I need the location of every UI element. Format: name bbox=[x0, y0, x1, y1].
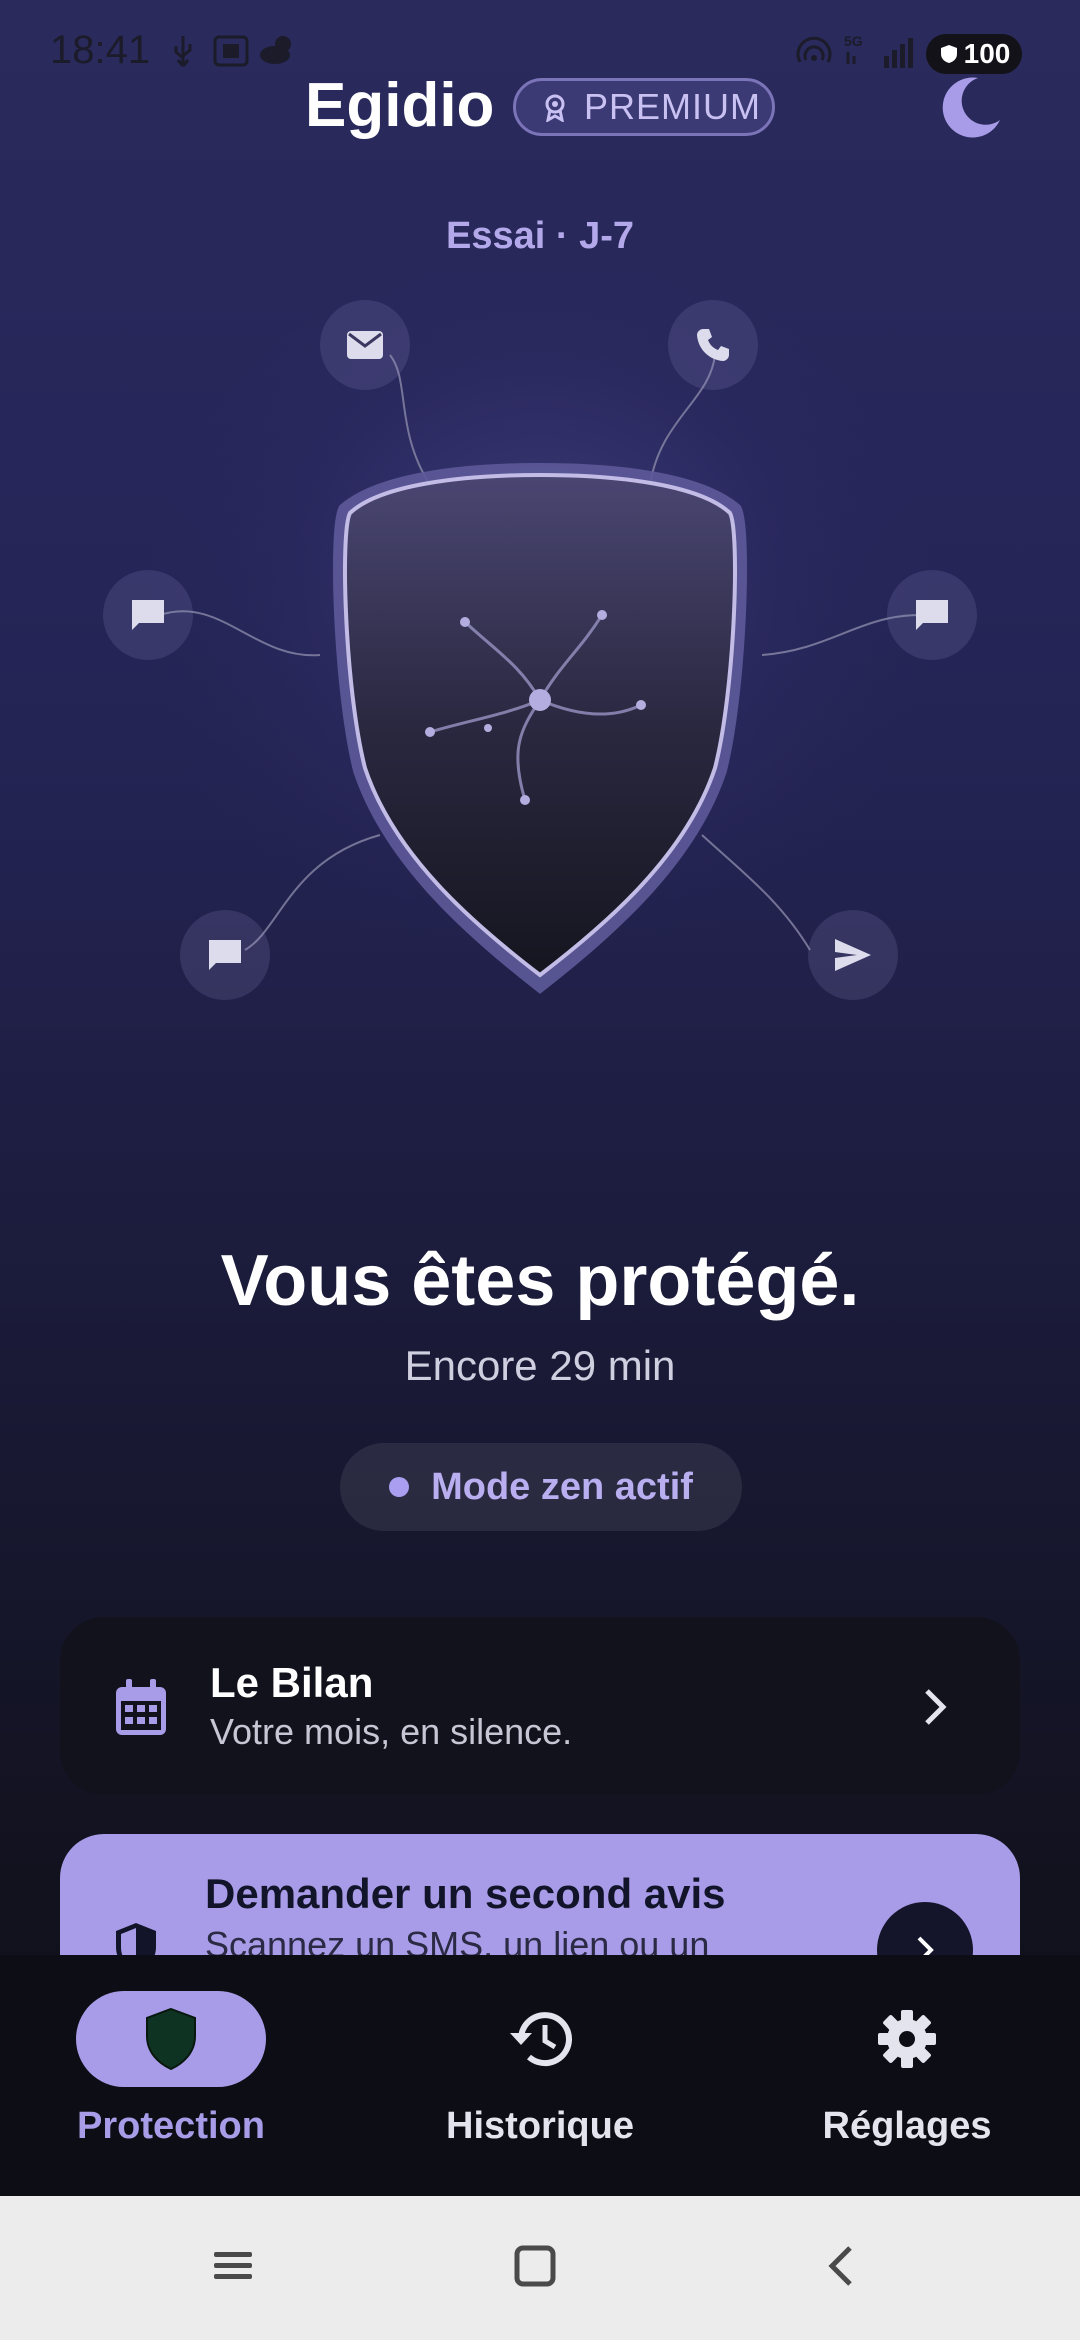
zen-status-dot bbox=[389, 1477, 410, 1497]
second-opinion-title: Demander un second avis bbox=[205, 1870, 726, 1917]
home-icon[interactable] bbox=[514, 2244, 556, 2288]
status-time: 18:41 bbox=[50, 28, 151, 72]
shield-illustration bbox=[0, 250, 1080, 1070]
chat-icon bbox=[209, 940, 241, 970]
chevron-right-icon bbox=[925, 1689, 947, 1725]
message-node-bottom bbox=[180, 910, 270, 1000]
bilan-title: Le Bilan bbox=[210, 1659, 374, 1706]
gear-icon bbox=[878, 2010, 936, 2068]
nav-history[interactable]: Historique bbox=[390, 1991, 690, 2148]
battery-level: 100 bbox=[963, 38, 1011, 69]
svg-text:5G: 5G bbox=[844, 33, 863, 49]
weather-icon bbox=[260, 36, 291, 64]
nav-history-label: Historique bbox=[446, 2105, 634, 2147]
nav-settings[interactable]: Réglages bbox=[757, 1991, 1057, 2148]
zen-mode-chip[interactable]: Mode zen actif bbox=[340, 1443, 742, 1531]
moon-icon[interactable] bbox=[938, 74, 1002, 140]
calendar-icon bbox=[116, 1679, 166, 1735]
chat-icon bbox=[132, 600, 164, 630]
nav-protection-pill bbox=[76, 1991, 266, 2087]
nav-settings-label: Réglages bbox=[822, 2105, 992, 2147]
phone-icon bbox=[697, 329, 729, 361]
phone-node bbox=[668, 300, 758, 390]
mail-icon bbox=[347, 331, 383, 359]
bottom-navigation: Protection Historique Réglages bbox=[0, 1955, 1080, 2197]
app-title: Egidio bbox=[305, 71, 495, 140]
protection-status: Vous êtes protégé. bbox=[220, 1241, 860, 1321]
premium-badge[interactable]: PREMIUM bbox=[513, 78, 775, 136]
battery-indicator: 100 bbox=[926, 34, 1022, 74]
remaining-time: Encore 29 min bbox=[404, 1342, 676, 1389]
message-node-right bbox=[887, 570, 977, 660]
bilan-subtitle: Votre mois, en silence. bbox=[210, 1711, 573, 1752]
signal-icon: 5G bbox=[844, 33, 913, 68]
usb-icon bbox=[174, 36, 192, 67]
bilan-card[interactable]: Le Bilan Votre mois, en silence. bbox=[60, 1617, 1020, 1795]
battery-shield-icon bbox=[940, 45, 957, 63]
email-node bbox=[320, 300, 410, 390]
nav-history-pill bbox=[445, 1991, 635, 2087]
nav-protection-label: Protection bbox=[77, 2105, 265, 2147]
shield-graphic bbox=[140, 250, 940, 1010]
trial-label: Essai · J-7 bbox=[446, 215, 634, 257]
back-icon[interactable] bbox=[826, 2244, 856, 2288]
screenshot-icon bbox=[213, 35, 249, 67]
nav-protection[interactable]: Protection bbox=[21, 1991, 321, 2148]
award-icon bbox=[545, 94, 565, 122]
zen-mode-label: Mode zen actif bbox=[431, 1465, 693, 1508]
recents-icon[interactable] bbox=[212, 2246, 254, 2286]
premium-badge-label: PREMIUM bbox=[584, 86, 761, 127]
message-node-left bbox=[103, 570, 193, 660]
send-icon bbox=[835, 939, 871, 971]
chat-icon bbox=[916, 600, 948, 630]
nav-settings-pill bbox=[812, 1991, 1002, 2087]
history-icon bbox=[510, 2012, 572, 2067]
hotspot-icon bbox=[796, 36, 832, 63]
shield-icon bbox=[146, 2007, 196, 2071]
send-node bbox=[808, 910, 898, 1000]
system-navigation-bar bbox=[0, 2196, 1080, 2340]
